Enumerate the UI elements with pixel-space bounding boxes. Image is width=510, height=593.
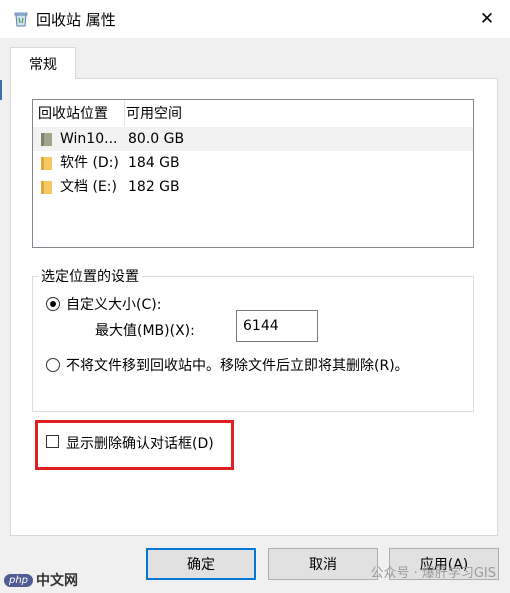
- column-header-free-space[interactable]: 可用空间: [126, 100, 182, 126]
- title-bar: 回收站 属性 ✕: [0, 0, 510, 38]
- settings-group-legend: 选定位置的设置: [38, 266, 142, 286]
- folder-icon: [41, 181, 52, 194]
- location-name: 软件 (D:): [60, 155, 119, 171]
- window-edge-accent: [0, 80, 2, 100]
- close-button[interactable]: ✕: [464, 0, 510, 38]
- tab-general[interactable]: 常规: [10, 47, 76, 79]
- max-size-label: 最大值(MB)(X):: [95, 323, 195, 339]
- free-space: 80.0 GB: [128, 131, 185, 147]
- list-item[interactable]: 文档 (E:) 182 GB: [33, 175, 473, 199]
- php-badge: php: [4, 573, 34, 587]
- recycle-bin-icon: [14, 12, 28, 27]
- confirm-dialog-checkbox[interactable]: [46, 435, 59, 448]
- ok-button[interactable]: 确定: [146, 548, 256, 580]
- drive-icon: [41, 133, 52, 146]
- no-move-label[interactable]: 不将文件移到回收站中。移除文件后立即将其删除(R)。: [66, 355, 409, 375]
- custom-size-label[interactable]: 自定义大小(C):: [66, 294, 161, 314]
- close-icon: ✕: [479, 9, 495, 29]
- window-title: 回收站 属性: [36, 11, 116, 29]
- column-header-location[interactable]: 回收站位置: [33, 100, 125, 126]
- max-size-input[interactable]: 6144: [236, 310, 318, 342]
- list-item[interactable]: Win10... 80.0 GB: [33, 127, 473, 151]
- folder-icon: [41, 157, 52, 170]
- free-space: 182 GB: [128, 179, 180, 195]
- cancel-button[interactable]: 取消: [268, 548, 378, 580]
- no-move-radio[interactable]: [46, 358, 60, 372]
- confirm-dialog-label[interactable]: 显示删除确认对话框(D): [66, 433, 214, 453]
- watermark: 公众号 · 爆肝学习GIS: [370, 566, 496, 581]
- site-logo: php 中文网: [4, 570, 78, 590]
- radio-selected-dot: [50, 301, 56, 307]
- location-name: 文档 (E:): [60, 179, 117, 195]
- location-name: Win10...: [60, 131, 118, 147]
- custom-size-radio[interactable]: [46, 297, 60, 311]
- recycle-location-list[interactable]: 回收站位置 可用空间 Win10... 80.0 GB 软件 (D:) 184 …: [32, 99, 474, 248]
- list-item[interactable]: 软件 (D:) 184 GB: [33, 151, 473, 175]
- site-name: 中文网: [36, 573, 79, 589]
- list-header: 回收站位置 可用空间: [33, 100, 473, 126]
- tab-general-label: 常规: [29, 56, 57, 73]
- free-space: 184 GB: [128, 155, 180, 171]
